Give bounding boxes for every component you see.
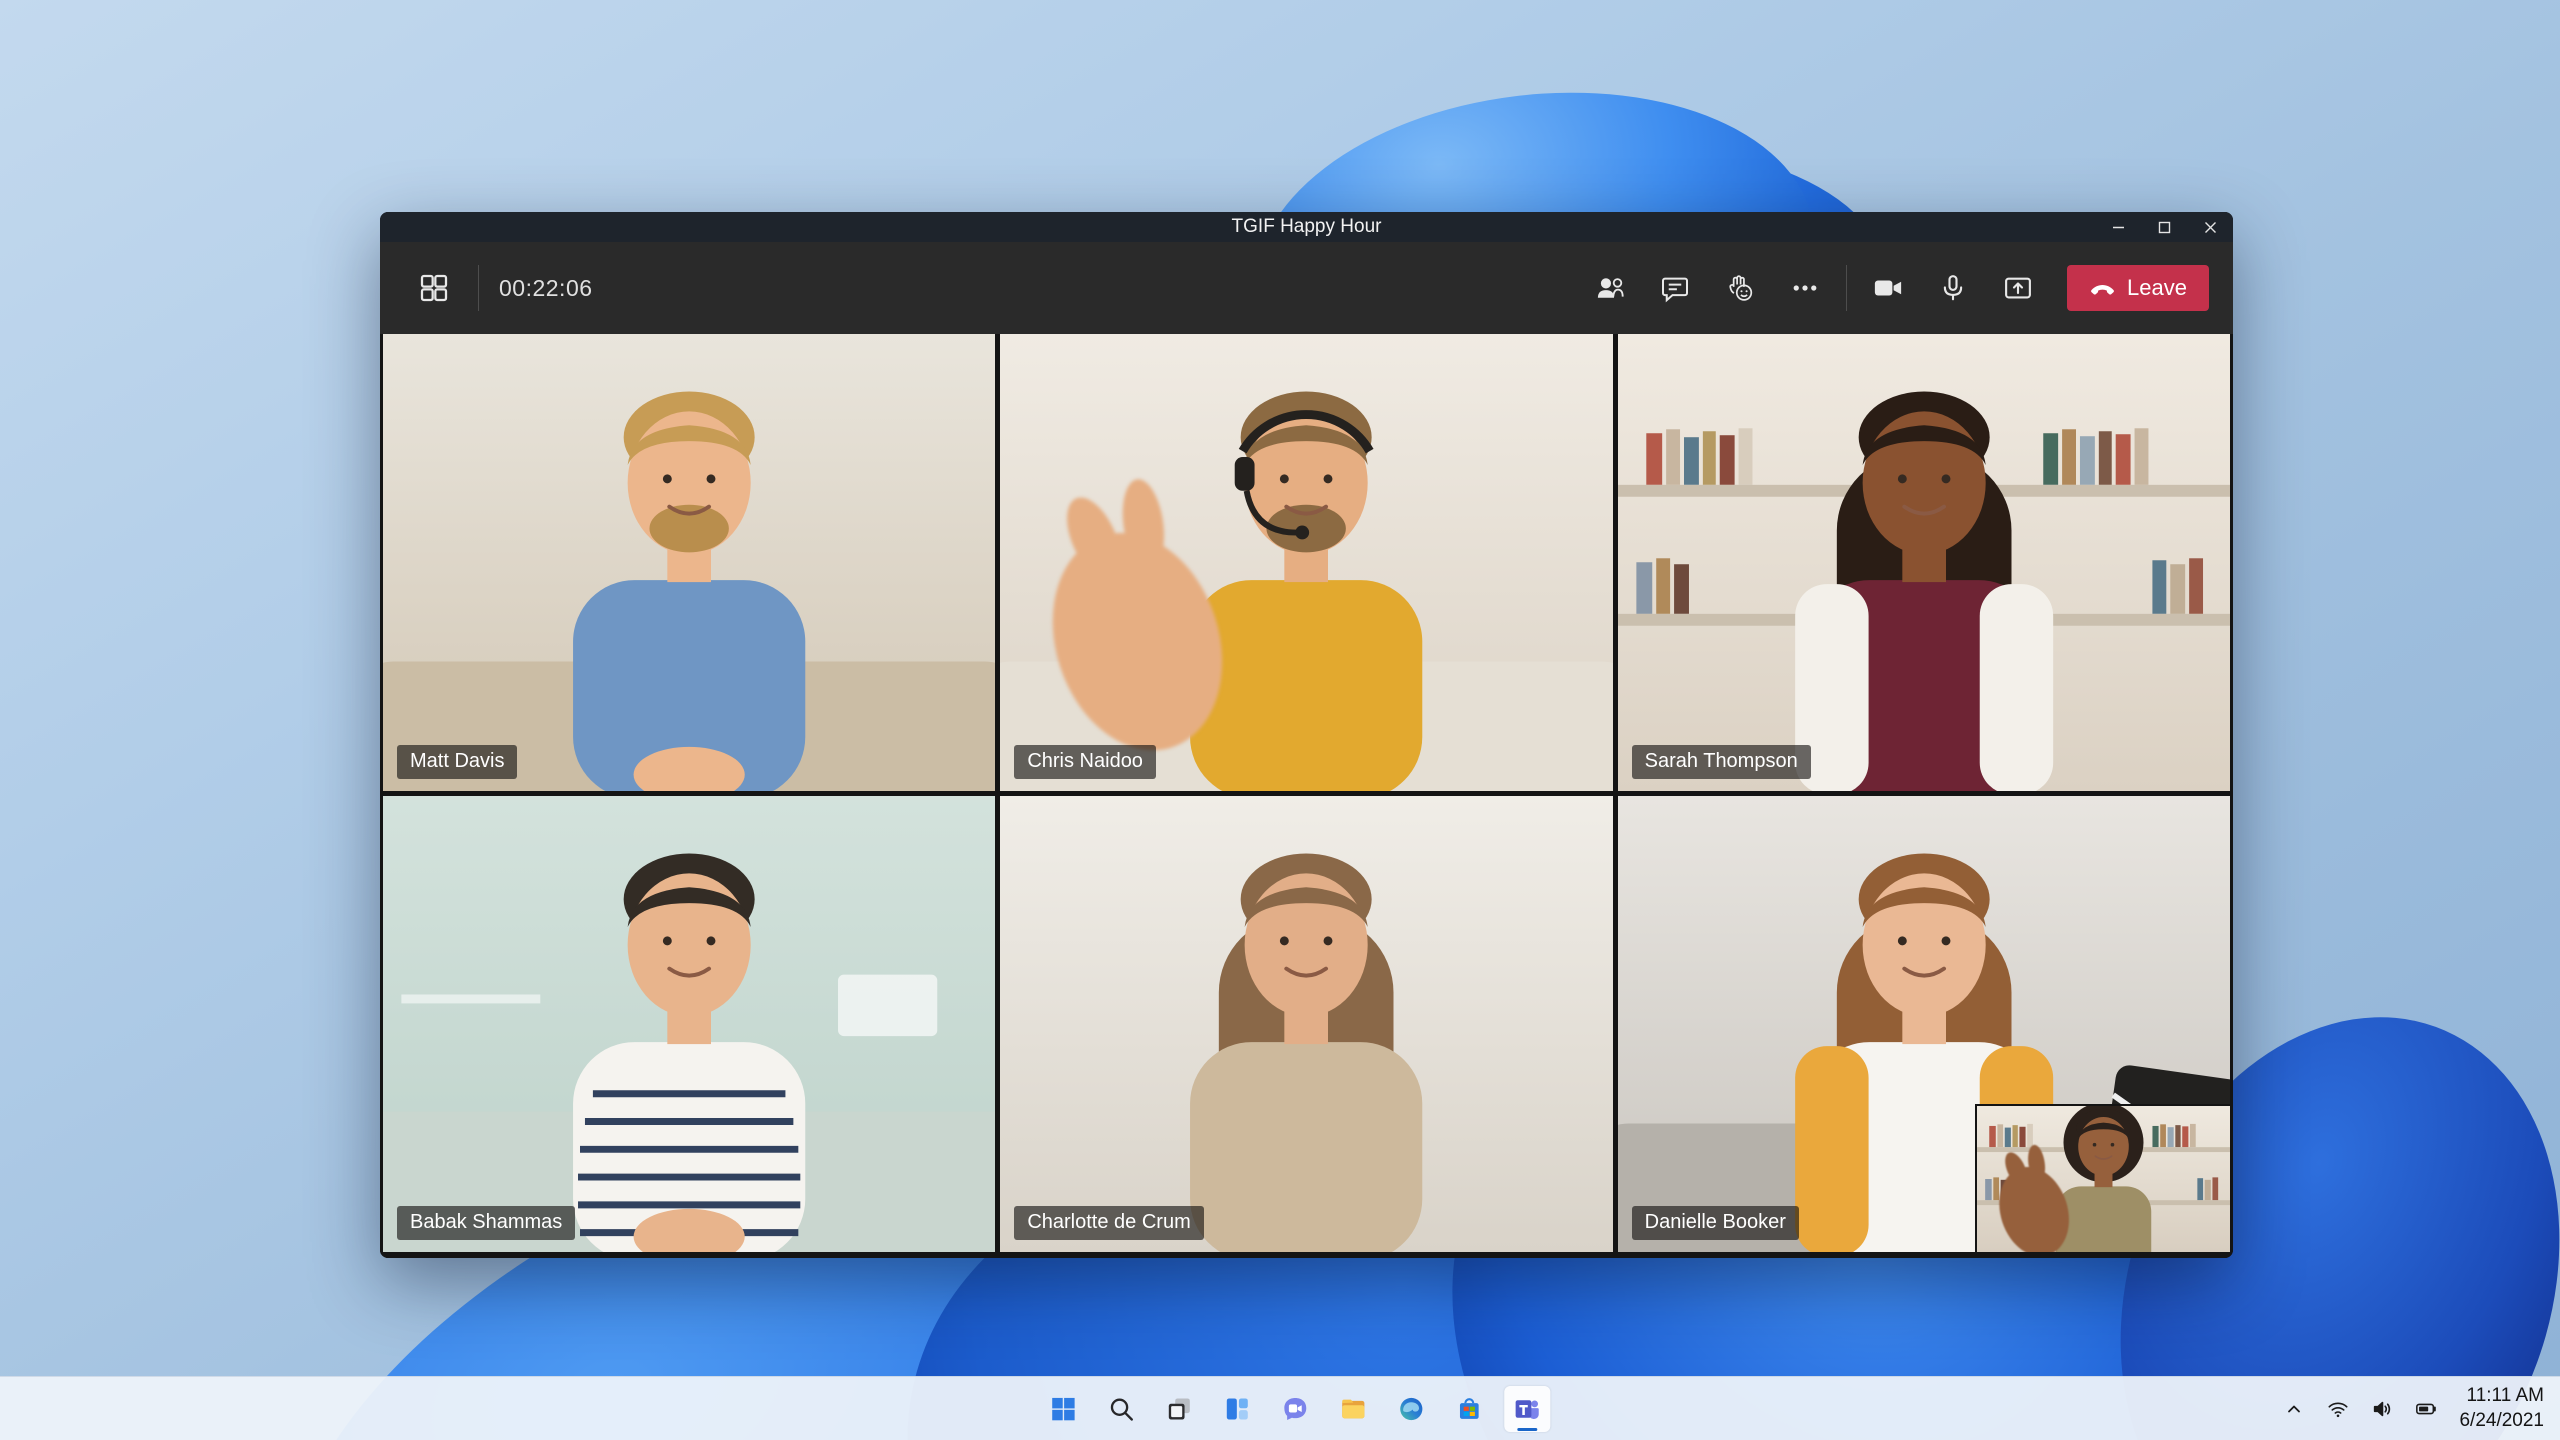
microsoft-teams-icon bbox=[1515, 1399, 1539, 1419]
maximize-icon bbox=[2158, 221, 2170, 233]
minimize-button[interactable] bbox=[2095, 212, 2141, 242]
participant-tile[interactable]: Matt Davis bbox=[383, 334, 996, 791]
participant-name-label: Matt Davis bbox=[397, 744, 518, 779]
volume-icon bbox=[2374, 1401, 2391, 1416]
taskbar-teams-button[interactable] bbox=[1504, 1385, 1551, 1432]
participant-name-label: Sarah Thompson bbox=[1631, 744, 1811, 779]
file-explorer-icon bbox=[1342, 1399, 1365, 1418]
microsoft-store-icon bbox=[1459, 1397, 1479, 1419]
participant-tile[interactable]: Sarah Thompson bbox=[1617, 334, 2230, 791]
hidden-icons-button[interactable] bbox=[2277, 1392, 2311, 1426]
participant-name: Charlotte de Crum bbox=[1027, 1211, 1191, 1233]
taskbar-chat-button[interactable] bbox=[1272, 1386, 1318, 1432]
participant-video bbox=[1000, 391, 1613, 791]
wifi-button[interactable] bbox=[2321, 1392, 2355, 1426]
chat-icon bbox=[1662, 277, 1689, 303]
chevron-up-icon bbox=[2288, 1405, 2301, 1412]
taskbar-icons bbox=[1040, 1377, 1551, 1440]
teams-chat-icon bbox=[1284, 1397, 1307, 1420]
participant-name-label: Babak Shammas bbox=[397, 1206, 576, 1240]
taskbar-search-button[interactable] bbox=[1098, 1386, 1144, 1432]
participant-video bbox=[1977, 1106, 2230, 1252]
camera-button[interactable] bbox=[1864, 264, 1912, 312]
participant-name: Matt Davis bbox=[410, 749, 505, 772]
close-button[interactable] bbox=[2187, 212, 2233, 242]
windows-taskbar: 11:11 AM 6/24/2021 bbox=[0, 1376, 2560, 1440]
participant-name: Chris Naidoo bbox=[1027, 749, 1143, 772]
volume-button[interactable] bbox=[2365, 1392, 2399, 1426]
taskbar-taskview-button[interactable] bbox=[1156, 1386, 1202, 1432]
participant-video bbox=[383, 391, 996, 791]
self-view-pip[interactable] bbox=[1975, 1104, 2230, 1252]
leave-button[interactable]: Leave bbox=[2067, 265, 2209, 311]
reactions-icon bbox=[1729, 275, 1753, 301]
window-title: TGIF Happy Hour bbox=[1231, 216, 1382, 237]
teams-meeting-window: TGIF Happy Hour 00:22:06 Leave Matt Davi… bbox=[380, 212, 2233, 1258]
wifi-icon bbox=[2328, 1402, 2349, 1417]
video-stage: Matt Davis Chris Naidoo Sarah Thompson B… bbox=[380, 334, 2233, 1258]
video-grid: Matt Davis Chris Naidoo Sarah Thompson B… bbox=[383, 334, 2230, 1252]
meeting-timer: 00:22:06 bbox=[499, 274, 593, 301]
window-titlebar[interactable]: TGIF Happy Hour bbox=[380, 212, 2233, 242]
share-screen-button[interactable] bbox=[1994, 264, 2042, 312]
meeting-toolbar: 00:22:06 Leave bbox=[380, 242, 2233, 334]
hang-up-icon bbox=[2091, 284, 2114, 295]
microsoft-edge-icon bbox=[1400, 1397, 1423, 1420]
more-options-icon bbox=[1793, 285, 1817, 291]
task-view-icon bbox=[1168, 1398, 1190, 1419]
clock-date: 6/24/2021 bbox=[2459, 1409, 2544, 1431]
taskbar-widgets-button[interactable] bbox=[1214, 1386, 1260, 1432]
taskbar-store-button[interactable] bbox=[1446, 1386, 1492, 1432]
camera-icon bbox=[1874, 280, 1902, 296]
clock[interactable]: 11:11 AM 6/24/2021 bbox=[2453, 1384, 2550, 1433]
reactions-button[interactable] bbox=[1716, 264, 1764, 312]
participant-tile[interactable]: Chris Naidoo bbox=[1000, 334, 1613, 791]
clock-time: 11:11 AM bbox=[2466, 1384, 2544, 1406]
participant-tile[interactable]: Babak Shammas bbox=[383, 795, 996, 1252]
participant-name: Danielle Booker bbox=[1644, 1211, 1786, 1233]
participant-video bbox=[1190, 853, 1423, 1252]
participant-name-label: Danielle Booker bbox=[1631, 1206, 1799, 1240]
gallery-grid-icon bbox=[420, 274, 448, 302]
toolbar-divider bbox=[1846, 265, 1848, 311]
share-screen-icon bbox=[2005, 277, 2031, 299]
minimize-icon bbox=[2112, 226, 2124, 228]
system-tray: 11:11 AM 6/24/2021 bbox=[2277, 1377, 2550, 1440]
participant-tile[interactable]: Charlotte de Crum bbox=[1000, 795, 1613, 1252]
close-icon bbox=[2204, 221, 2216, 233]
taskbar-explorer-button[interactable] bbox=[1330, 1386, 1376, 1432]
participants-button[interactable] bbox=[1586, 264, 1634, 312]
toolbar-divider bbox=[478, 265, 479, 311]
participant-name-label: Charlotte de Crum bbox=[1014, 1206, 1204, 1240]
participant-video bbox=[383, 853, 996, 1252]
widgets-icon bbox=[1226, 1398, 1248, 1419]
microphone-button[interactable] bbox=[1929, 264, 1977, 312]
participant-name-label: Chris Naidoo bbox=[1014, 744, 1156, 779]
participant-video bbox=[1617, 391, 2230, 791]
battery-button[interactable] bbox=[2409, 1392, 2443, 1426]
battery-icon bbox=[2416, 1403, 2437, 1414]
participant-name: Sarah Thompson bbox=[1644, 749, 1798, 772]
participants-icon bbox=[1597, 278, 1624, 298]
gallery-view-button[interactable] bbox=[410, 264, 458, 312]
maximize-button[interactable] bbox=[2141, 212, 2187, 242]
chat-button[interactable] bbox=[1651, 264, 1699, 312]
participant-name: Babak Shammas bbox=[410, 1211, 563, 1233]
taskbar-start-button[interactable] bbox=[1040, 1386, 1086, 1432]
more-options-button[interactable] bbox=[1781, 264, 1829, 312]
leave-button-label: Leave bbox=[2127, 275, 2187, 300]
microphone-icon bbox=[1943, 275, 1963, 301]
taskbar-edge-button[interactable] bbox=[1388, 1386, 1434, 1432]
windows-start-icon bbox=[1052, 1397, 1075, 1420]
search-icon bbox=[1110, 1398, 1133, 1421]
